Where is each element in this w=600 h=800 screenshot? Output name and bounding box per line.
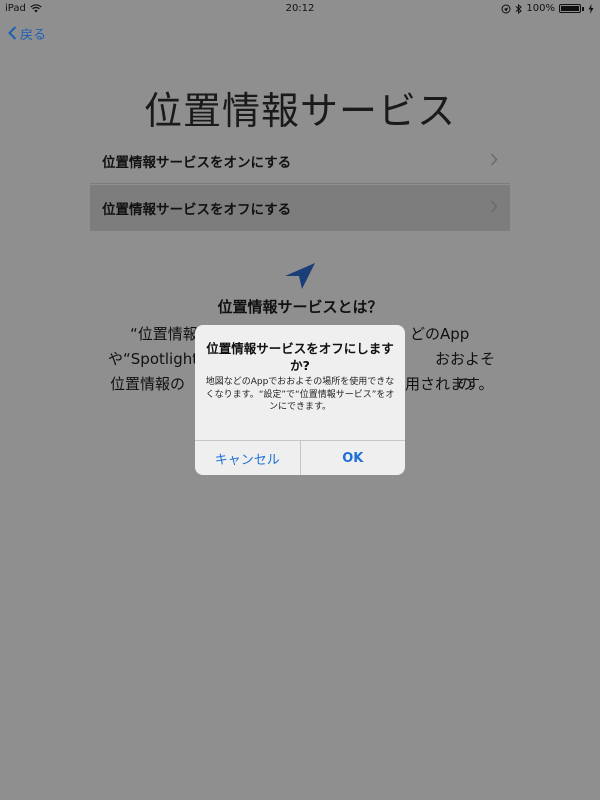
chevron-left-icon xyxy=(8,26,17,40)
page-title: 位置情報サービス xyxy=(143,89,456,133)
chevron-right-icon xyxy=(490,153,498,166)
about-line: 用されます。 xyxy=(405,375,494,393)
about-line: や“Spotlight xyxy=(108,350,199,368)
about-line: 位置情報の xyxy=(110,375,186,393)
confirm-alert: 位置情報サービスをオフにしますか? 地図などのAppでおおよその場所を使用できな… xyxy=(195,325,405,475)
about-title: 位置情報サービスとは？ xyxy=(217,298,383,316)
alert-title: 位置情報サービスをオフにしますか? xyxy=(206,341,394,373)
about-line: “位置情報 xyxy=(130,325,198,343)
battery-percent: 100% xyxy=(526,3,555,14)
battery-icon xyxy=(559,4,581,13)
location-on-row[interactable]: 位置情報サービスをオンにする xyxy=(90,138,510,184)
location-arrow-icon xyxy=(285,263,315,289)
cancel-button[interactable]: キャンセル xyxy=(195,441,301,475)
back-button[interactable]: 戻る xyxy=(8,23,46,43)
back-label: 戻る xyxy=(20,27,47,43)
location-on-label: 位置情報サービスをオンにする xyxy=(102,154,292,171)
bluetooth-icon xyxy=(516,3,523,14)
location-lock-icon xyxy=(501,4,511,13)
alert-message: 地図などのAppでおおよその場所を使用できなくなります。“設定”で“位置情報サー… xyxy=(205,377,395,412)
status-bar: iPad 20:12 100% xyxy=(0,0,600,18)
ok-button[interactable]: OK xyxy=(301,441,406,475)
alert-buttons: キャンセル OK xyxy=(195,440,405,475)
location-off-label: 位置情報サービスをオフにする xyxy=(102,202,292,218)
about-line: どのApp xyxy=(410,325,470,343)
charging-icon xyxy=(588,3,594,14)
chevron-right-icon xyxy=(490,200,498,213)
location-off-row[interactable]: 位置情報サービスをオフにする xyxy=(90,185,510,231)
